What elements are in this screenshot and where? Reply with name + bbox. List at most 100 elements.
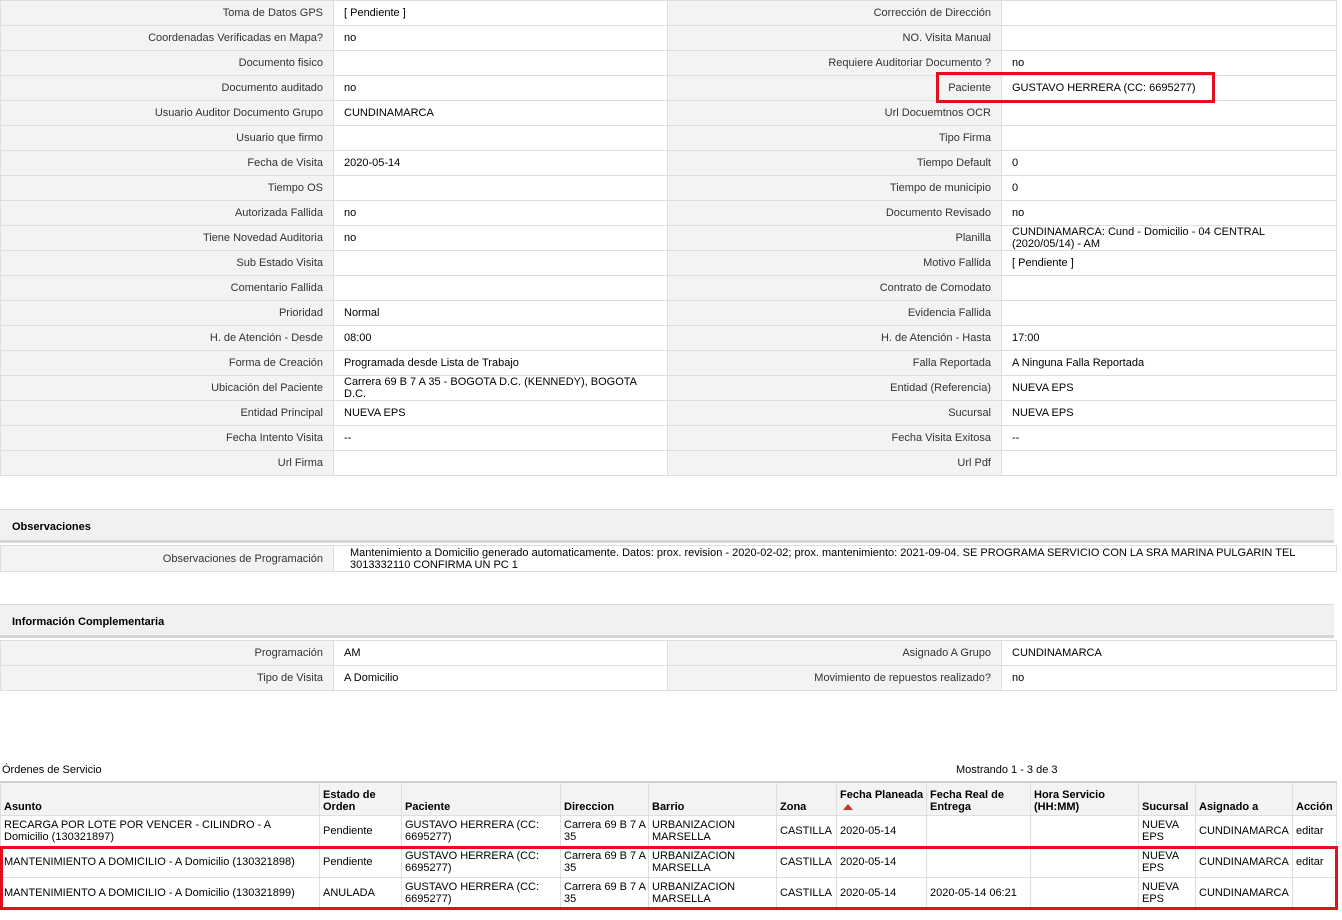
order-sucursal: NUEVA EPS: [1138, 815, 1196, 847]
label-no-visita-manual: NO. Visita Manual: [667, 25, 1002, 51]
value-url-pdf: [1001, 450, 1337, 476]
value-tiempo-default: 0: [1001, 150, 1337, 176]
col-fecha-planeada-label: Fecha Planeada: [840, 789, 924, 801]
order-row[interactable]: MANTENIMIENTO A DOMICILIO - A Domicilio …: [0, 877, 1337, 909]
label-url-docuemtnos-ocr: Url Docuemtnos OCR: [667, 100, 1002, 126]
col-fecha-planeada[interactable]: Fecha Planeada: [836, 781, 927, 816]
value-ubicacion-del-paciente: Carrera 69 B 7 A 35 - BOGOTA D.C. (KENNE…: [333, 375, 668, 401]
orders-title: Órdenes de Servicio: [2, 764, 102, 776]
label-tipo-de-visita: Tipo de Visita: [0, 665, 334, 691]
label-h-de-atencion-hasta: H. de Atención - Hasta: [667, 325, 1002, 351]
detail-row: Comentario Fallida Contrato de Comodato: [0, 275, 1337, 301]
value-tiene-novedad-auditoria: no: [333, 225, 668, 251]
label-sub-estado-visita: Sub Estado Visita: [0, 250, 334, 276]
value-comentario-fallida: [333, 275, 668, 301]
order-sucursal: NUEVA EPS: [1138, 846, 1196, 878]
detail-row: Tiene Novedad Auditoria no Planilla CUNDINA…: [0, 225, 1337, 251]
order-row[interactable]: MANTENIMIENTO A DOMICILIO - A Domicilio …: [0, 846, 1337, 878]
label-paciente: Paciente: [667, 75, 1002, 101]
order-asignado: CUNDINAMARCA: [1195, 877, 1293, 909]
value-sucursal: NUEVA EPS: [1001, 400, 1337, 426]
value-asignado-a-grupo: CUNDINAMARCA: [1001, 640, 1337, 666]
label-entidad-principal: Entidad Principal: [0, 400, 334, 426]
order-direccion: Carrera 69 B 7 A 35: [560, 815, 649, 847]
order-fecha-planeada: 2020-05-14: [836, 815, 927, 847]
value-tipo-de-visita: A Domicilio: [333, 665, 668, 691]
order-asignado: CUNDINAMARCA: [1195, 815, 1293, 847]
value-url-firma: [333, 450, 668, 476]
order-estado: ANULADA: [319, 877, 402, 909]
order-fecha-planeada: 2020-05-14: [836, 877, 927, 909]
col-barrio[interactable]: Barrio: [648, 781, 777, 816]
label-fecha-intento-visita: Fecha Intento Visita: [0, 425, 334, 451]
value-entidad-referencia: NUEVA EPS: [1001, 375, 1337, 401]
value-autorizada-fallida: no: [333, 200, 668, 226]
label-motivo-fallida: Motivo Fallida: [667, 250, 1002, 276]
order-row[interactable]: RECARGA POR LOTE POR VENCER - CILINDRO -…: [0, 815, 1337, 847]
detail-row: Fecha de Visita 2020-05-14 Tiempo Default 0: [0, 150, 1337, 176]
label-usuario-auditor-documento-grupo: Usuario Auditor Documento Grupo: [0, 100, 334, 126]
value-coordenadas-verificadas-en-mapa: no: [333, 25, 668, 51]
detail-row: Documento fisico Requiere Auditoriar Docu…: [0, 50, 1337, 76]
value-tiempo-de-municipio: 0: [1001, 175, 1337, 201]
order-paciente: GUSTAVO HERRERA (CC: 6695277): [401, 846, 561, 878]
label-contrato-de-comodato: Contrato de Comodato: [667, 275, 1002, 301]
label-tiene-novedad-auditoria: Tiene Novedad Auditoria: [0, 225, 334, 251]
col-estado[interactable]: Estado de Orden: [319, 781, 402, 816]
label-autorizada-fallida: Autorizada Fallida: [0, 200, 334, 226]
value-h-de-atencion-hasta: 17:00: [1001, 325, 1337, 351]
edit-order-link[interactable]: editar: [1296, 825, 1324, 837]
label-url-firma: Url Firma: [0, 450, 334, 476]
label-ubicacion-del-paciente: Ubicación del Paciente: [0, 375, 334, 401]
label-correccion-de-direccion: Corrección de Dirección: [667, 0, 1002, 26]
orders-header-row: Asunto Estado de Orden Paciente Direccio…: [0, 781, 1337, 816]
value-documento-fisico: [333, 50, 668, 76]
label-comentario-fallida: Comentario Fallida: [0, 275, 334, 301]
label-programacion: Programación: [0, 640, 334, 666]
col-asignado[interactable]: Asignado a: [1195, 781, 1293, 816]
col-paciente[interactable]: Paciente: [401, 781, 561, 816]
col-zona[interactable]: Zona: [776, 781, 837, 816]
value-correccion-de-direccion: [1001, 0, 1337, 26]
col-accion: Acción: [1292, 781, 1337, 816]
observaciones-header: Observaciones: [0, 509, 1334, 543]
value-fecha-intento-visita: --: [333, 425, 668, 451]
order-accion: editar: [1292, 846, 1337, 878]
value-toma-de-datos-gps: [ Pendiente ]: [333, 0, 668, 26]
complementaria-table: Programación AM Asignado A Grupo CUNDINAMAR…: [0, 640, 1337, 691]
value-forma-de-creacion: Programada desde Lista de Trabajo: [333, 350, 668, 376]
detail-row: Sub Estado Visita Motivo Fallida[ Pendien…: [0, 250, 1337, 276]
order-accion: [1292, 877, 1337, 909]
visit-detail-table: Toma de Datos GPS[ Pendiente ] Corrección…: [0, 0, 1337, 476]
label-fecha-de-visita: Fecha de Visita: [0, 150, 334, 176]
order-fecha-real: [926, 815, 1031, 847]
col-sucursal[interactable]: Sucursal: [1138, 781, 1196, 816]
order-hora: [1030, 846, 1139, 878]
value-no-visita-manual: [1001, 25, 1337, 51]
value-contrato-de-comodato: [1001, 275, 1337, 301]
value-requiere-auditoriar-documento: no: [1001, 50, 1337, 76]
detail-row: Ubicación del Paciente Carrera 69 B 7 A 3…: [0, 375, 1337, 401]
col-fecha-real[interactable]: Fecha Real de Entrega: [926, 781, 1031, 816]
label-url-pdf: Url Pdf: [667, 450, 1002, 476]
value-sub-estado-visita: [333, 250, 668, 276]
value-h-de-atencion-desde: 08:00: [333, 325, 668, 351]
label-evidencia-fallida: Evidencia Fallida: [667, 300, 1002, 326]
detail-row: Tiempo OS Tiempo de municipio 0: [0, 175, 1337, 201]
order-paciente: GUSTAVO HERRERA (CC: 6695277): [401, 815, 561, 847]
detail-row: Fecha Intento Visita -- Fecha Visita Exito…: [0, 425, 1337, 451]
label-tipo-firma: Tipo Firma: [667, 125, 1002, 151]
label-movimiento-de-repuestos-realizado: Movimiento de repuestos realizado?: [667, 665, 1002, 691]
edit-order-link[interactable]: editar: [1296, 856, 1324, 868]
observaciones-value: Mantenimiento a Domicilio generado autom…: [333, 545, 1337, 572]
orders-table: Asunto Estado de Orden Paciente Direccio…: [0, 781, 1337, 909]
order-asunto: MANTENIMIENTO A DOMICILIO - A Domicilio …: [0, 877, 320, 909]
sort-asc-icon: [843, 804, 853, 811]
col-hora-servicio[interactable]: Hora Servicio (HH:MM): [1030, 781, 1139, 816]
label-tiempo-os: Tiempo OS: [0, 175, 334, 201]
col-direccion[interactable]: Direccion: [560, 781, 649, 816]
value-url-docuemtnos-ocr: [1001, 100, 1337, 126]
label-forma-de-creacion: Forma de Creación: [0, 350, 334, 376]
col-asunto[interactable]: Asunto: [0, 781, 320, 816]
order-sucursal: NUEVA EPS: [1138, 877, 1196, 909]
